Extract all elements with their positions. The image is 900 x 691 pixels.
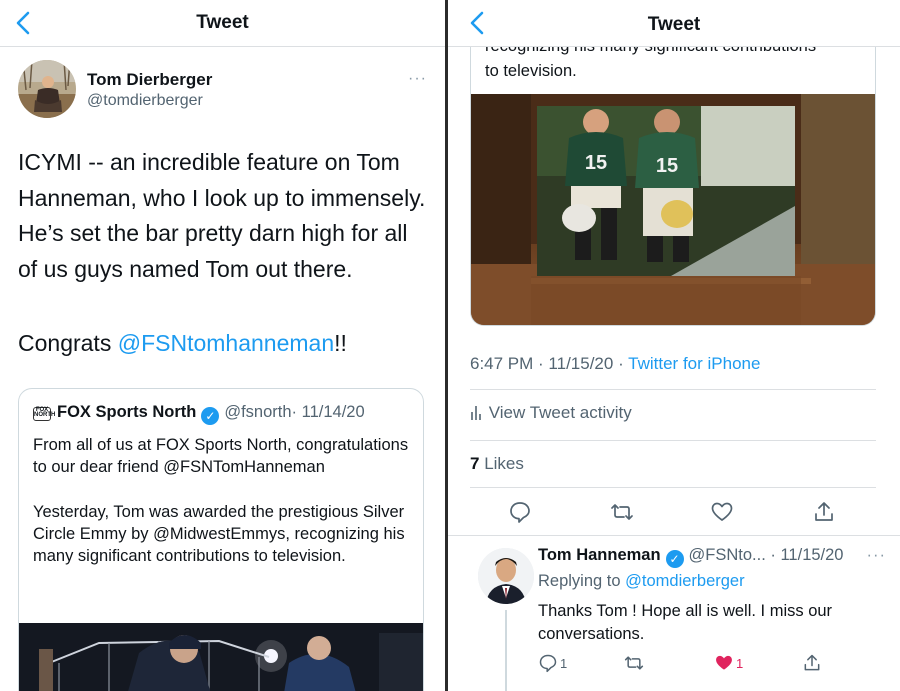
tweet-congrats-line: Congrats @FSNtomhanneman!! [18, 330, 347, 357]
like-icon[interactable]: 1 [714, 652, 743, 674]
nav-bar: Tweet [448, 0, 900, 47]
jersey-number-2: 15 [656, 155, 678, 177]
more-icon[interactable]: ··· [867, 546, 886, 565]
author-name[interactable]: Tom Dierberger [87, 70, 212, 90]
nav-bar: Tweet [0, 0, 445, 47]
reply-text: Thanks Tom ! Hope all is well. I miss ou… [538, 602, 833, 643]
left-tweet-screen: Tweet Tom Dierberger @tomdierberger ··· … [0, 0, 445, 691]
share-icon[interactable] [802, 652, 822, 674]
share-icon[interactable] [812, 500, 836, 524]
divider [448, 535, 900, 536]
likes-summary[interactable]: 7 Likes [470, 454, 524, 474]
tweet-time: 6:47 PM [470, 354, 534, 373]
view-tweet-activity-button[interactable]: View Tweet activity [470, 403, 632, 425]
retweet-icon[interactable] [624, 652, 644, 674]
avatar[interactable] [478, 548, 534, 604]
verified-icon: ✓ [201, 407, 220, 425]
replying-to: Replying to @tomdierberger [538, 572, 745, 591]
quoted-text-partial-2: to television. [485, 62, 577, 80]
tweet-date: · 11/15/20 · [538, 354, 624, 373]
reply-action-bar: 1 1 [538, 652, 888, 674]
author-handle[interactable]: @tomdierberger [87, 92, 203, 110]
nav-title: Tweet [647, 14, 701, 35]
like-count: 1 [736, 655, 744, 671]
more-icon[interactable]: ··· [408, 70, 427, 88]
divider [470, 487, 876, 488]
divider [470, 389, 876, 390]
quoted-tweet-media[interactable] [19, 623, 423, 691]
activity-label: View Tweet activity [488, 403, 632, 422]
reply-author-name[interactable]: Tom Hanneman [538, 546, 661, 564]
fox-sports-logo-icon: FOX NORTH [33, 406, 55, 421]
tweet-meta: 6:47 PM · 11/15/20 · Twitter for iPhone [470, 354, 760, 374]
reply-header: Tom Hanneman ✓ @FSNto... · 11/15/20 ··· [538, 546, 886, 568]
quoted-tweet-card[interactable]: recognizing his many significant contrib… [470, 46, 876, 326]
quoted-author-name: FOX Sports North [57, 403, 197, 421]
thread-line [505, 610, 507, 691]
tweet-action-bar [470, 500, 876, 526]
like-icon[interactable] [710, 500, 734, 524]
reply-icon[interactable]: 1 [538, 652, 567, 674]
tweet-source-link[interactable]: Twitter for iPhone [628, 354, 760, 373]
jersey-number-1: 15 [585, 152, 607, 174]
nav-title: Tweet [196, 12, 249, 33]
quoted-tweet-card[interactable]: FOX NORTH FOX Sports North ✓ @fsnorth· 11/14… [18, 388, 424, 691]
congrats-prefix: Congrats [18, 330, 118, 356]
quoted-tweet-text: From all of us at FOX Sports North, cong… [33, 436, 409, 566]
congrats-suffix: !! [334, 330, 347, 356]
replying-prefix: Replying to [538, 572, 626, 590]
reply-author-handle[interactable]: @FSNto... [689, 546, 766, 564]
likes-count: 7 [470, 454, 480, 473]
right-tweet-screen: Tweet recognizing his many significant c… [448, 0, 900, 691]
quoted-author-handle: @fsnorth [224, 403, 292, 421]
divider [470, 440, 876, 441]
quoted-text-partial-1: recognizing his many significant contrib… [485, 46, 817, 55]
tweet-text: ICYMI -- an incredible feature on Tom Ha… [18, 149, 426, 282]
reply-count: 1 [560, 655, 568, 671]
reply-icon[interactable] [508, 500, 532, 524]
avatar[interactable] [18, 60, 76, 118]
likes-label: Likes [484, 454, 524, 473]
activity-icon [470, 404, 484, 425]
retweet-icon[interactable] [610, 500, 634, 524]
reply-date: · 11/15/20 [770, 546, 844, 564]
verified-icon: ✓ [665, 550, 684, 568]
mention-link[interactable]: @tomdierberger [625, 572, 744, 590]
mention-link[interactable]: @FSNtomhanneman [118, 330, 334, 356]
quoted-tweet-header: FOX NORTH FOX Sports North ✓ @fsnorth· 11/14… [33, 403, 413, 425]
tweet-author: Tom Dierberger @tomdierberger ··· [18, 60, 427, 122]
quoted-date: · 11/14/20 [291, 403, 365, 421]
quoted-tweet-media[interactable]: 15 15 [471, 94, 875, 325]
